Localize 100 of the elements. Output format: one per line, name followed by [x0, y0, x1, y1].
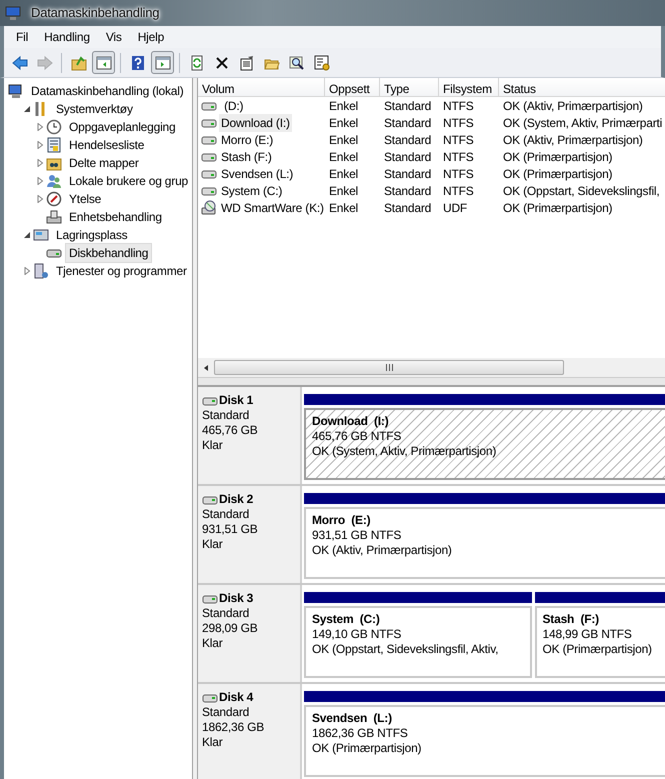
drive-icon — [201, 184, 217, 196]
delete-icon — [214, 54, 230, 70]
disk-name: Disk 1 — [219, 393, 254, 408]
volume-name[interactable]: System (C:) — [219, 182, 284, 200]
volume-name[interactable]: (D:) — [219, 96, 246, 114]
partition-title: Svendsen (L:) — [312, 711, 393, 726]
table-cell: UDF — [443, 200, 468, 214]
column-header[interactable]: Oppsett — [325, 78, 380, 97]
collapsed-arrow-icon[interactable] — [36, 177, 44, 185]
tree-item[interactable]: Tjenester og programmer — [52, 261, 191, 281]
tree-item[interactable]: Oppgaveplanlegging — [65, 117, 180, 137]
table-cell: OK (Primærpartisjon) — [503, 200, 612, 214]
disk-size: 298,09 GB — [202, 621, 259, 636]
storage-icon — [33, 227, 49, 243]
partition-status: OK (Primærpartisjon) — [542, 642, 653, 657]
tree-item[interactable]: Lokale brukere og grup — [65, 171, 192, 191]
partition-status: OK (System, Aktiv, Primærpartisjon) — [312, 444, 498, 459]
menu-item[interactable]: Hjelp — [130, 28, 172, 46]
table-cell: OK (Aktiv, Primærpartisjon) — [503, 132, 643, 146]
partition-status: OK (Oppstart, Sidevekslingsfil, Aktiv, — [312, 642, 500, 657]
partition-status: OK (Primærpartisjon) — [312, 741, 422, 756]
volume-name[interactable]: Download (I:) — [219, 114, 292, 132]
table-cell: Standard — [384, 166, 432, 180]
collapsed-arrow-icon[interactable] — [23, 267, 31, 275]
toolbar-button[interactable] — [92, 51, 115, 74]
disk-size: 1862,36 GB — [202, 720, 266, 735]
table-cell: NTFS — [443, 166, 474, 180]
menu-item[interactable]: Handling — [36, 28, 98, 46]
partition-size: 931,51 GB NTFS — [312, 528, 402, 543]
partition-title: System (C:) — [312, 612, 381, 627]
table-cell: Enkel — [329, 132, 358, 146]
tree-item[interactable]: Lagringsplass — [52, 225, 132, 245]
tree-item[interactable]: Datamaskinbehandling (lokal) — [27, 81, 188, 101]
menu-item[interactable]: Vis — [98, 28, 130, 46]
disk-name: Disk 2 — [219, 492, 254, 507]
collapsed-arrow-icon[interactable] — [36, 141, 44, 149]
scroll-left-arrow-icon[interactable] — [202, 364, 210, 372]
magnifier-icon — [288, 54, 304, 70]
tree-item[interactable]: Ytelse — [65, 189, 106, 209]
expanded-arrow-icon[interactable] — [23, 231, 31, 239]
collapsed-arrow-icon[interactable] — [36, 195, 44, 203]
column-header[interactable]: Type — [380, 78, 439, 97]
table-cell: Standard — [384, 132, 432, 146]
tree-item[interactable]: Hendelsesliste — [65, 135, 148, 155]
drive-icon — [201, 116, 217, 128]
table-cell: NTFS — [443, 116, 474, 130]
table-cell: NTFS — [443, 184, 474, 198]
volume-name[interactable]: WD SmartWare (K:) — [219, 198, 326, 216]
partition-box[interactable]: System (C:) 149,10 GB NTFS OK (Oppstart, Sidevekslingsfil, Aktiv, — [304, 606, 532, 678]
event-log-icon — [46, 137, 62, 153]
disk-type: Standard — [202, 408, 250, 423]
table-cell: Enkel — [329, 166, 358, 180]
refresh-icon — [188, 54, 204, 70]
partition-title: Morro (E:) — [312, 513, 372, 528]
properties-icon — [238, 54, 254, 70]
users-icon — [46, 173, 62, 189]
collapsed-arrow-icon[interactable] — [36, 123, 44, 131]
disk-type: Standard — [202, 507, 250, 522]
tree-item[interactable]: Enhetsbehandling — [65, 207, 166, 227]
toolbar-button[interactable] — [151, 51, 174, 74]
drive-icon — [202, 692, 218, 702]
disk-name: Disk 4 — [219, 690, 254, 705]
help-icon — [130, 54, 146, 70]
table-cell: OK (Aktiv, Primærpartisjon) — [503, 98, 643, 112]
disk-state: Klar — [202, 636, 224, 651]
table-cell: Standard — [384, 98, 432, 112]
computer-icon — [5, 5, 21, 21]
drive-icon — [202, 594, 218, 604]
device-icon — [46, 209, 62, 225]
expanded-arrow-icon[interactable] — [23, 105, 31, 113]
disk-type: Standard — [202, 705, 250, 720]
menu-item[interactable]: Fil — [8, 28, 36, 46]
volume-name[interactable]: Svendsen (L:) — [219, 164, 296, 182]
disk-size: 465,76 GB — [202, 423, 259, 438]
disk-state: Klar — [202, 438, 224, 453]
scrollbar-thumb[interactable] — [214, 360, 564, 375]
table-cell: OK (Primærpartisjon) — [503, 166, 612, 180]
tree-item[interactable]: Diskbehandling — [65, 243, 152, 263]
window-title: Datamaskinbehandling — [30, 4, 160, 22]
table-cell: Standard — [384, 184, 432, 198]
partition-box[interactable]: Svendsen (L:) 1862,36 GB NTFS OK (Primærpartisjon) — [304, 705, 665, 777]
column-header[interactable]: Filsystem — [439, 78, 499, 97]
volume-name[interactable]: Morro (E:) — [219, 130, 276, 148]
partition-title: Stash (F:) — [542, 612, 600, 627]
partition-box[interactable]: Morro (E:) 931,51 GB NTFS OK (Aktiv, Primærpartisjon) — [304, 507, 665, 579]
tree-item[interactable]: Systemverktøy — [52, 99, 137, 119]
column-header[interactable]: Volum — [198, 78, 325, 97]
disk-state: Klar — [202, 537, 224, 552]
disk-state: Klar — [202, 735, 224, 750]
partition-box[interactable]: Stash (F:) 148,99 GB NTFS OK (Primærpartisjon) — [534, 606, 665, 678]
table-cell: NTFS — [443, 98, 474, 112]
collapsed-arrow-icon[interactable] — [36, 159, 44, 167]
drive-icon — [201, 134, 217, 146]
drive-icon — [201, 150, 217, 162]
partition-box[interactable]: Download (I:) 465,76 GB NTFS OK (System, Aktiv, Primærpartisjon) — [304, 408, 665, 480]
volume-name[interactable]: Stash (F:) — [219, 148, 274, 166]
tree-item[interactable]: Delte mapper — [65, 153, 143, 173]
table-cell: OK (System, Aktiv, Primærparti — [503, 116, 662, 130]
pane-toggle-icon — [96, 54, 112, 70]
table-cell: Enkel — [329, 150, 358, 164]
